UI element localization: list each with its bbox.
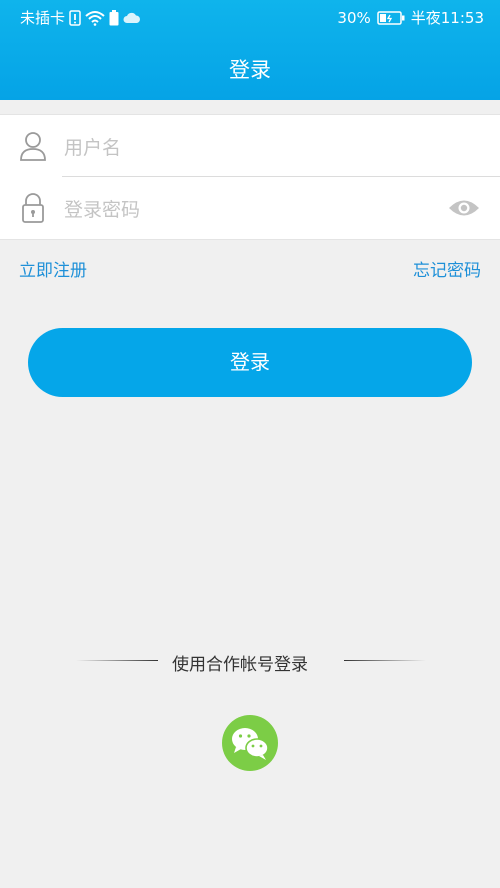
username-row[interactable]: 用户名 <box>0 115 500 177</box>
login-button[interactable]: 登录 <box>28 328 472 397</box>
third-party-login-label: 使用合作帐号登录 <box>172 655 308 675</box>
register-link[interactable]: 立即注册 <box>19 256 87 281</box>
lock-icon <box>18 192 48 224</box>
password-row[interactable]: 登录密码 <box>0 177 500 239</box>
username-input[interactable]: 用户名 <box>64 133 121 160</box>
cloud-icon <box>123 12 141 24</box>
status-bar-left: 未插卡 <box>20 7 141 28</box>
wechat-icon <box>232 728 269 760</box>
carrier-text: 未插卡 <box>20 9 66 27</box>
page-title: 登录 <box>229 58 271 82</box>
password-input[interactable]: 登录密码 <box>64 195 140 222</box>
battery-saver-icon <box>109 9 119 26</box>
wifi-icon <box>85 10 105 26</box>
sim-alert-icon <box>69 9 81 26</box>
battery-icon <box>377 10 405 25</box>
clock: 半夜11:53 <box>410 9 484 27</box>
wechat-login-button[interactable] <box>222 715 278 771</box>
app-header: 未插卡 30% 半夜11:53 登录 <box>0 0 500 100</box>
third-party-login-divider: 使用合作帐号登录 <box>0 648 500 675</box>
status-bar: 未插卡 30% 半夜11:53 <box>0 0 500 34</box>
show-password-eye-icon[interactable] <box>448 197 480 219</box>
divider-line-left <box>76 660 158 661</box>
login-form: 用户名 登录密码 <box>0 114 500 240</box>
user-icon <box>18 130 48 162</box>
battery-percent: 30% <box>337 8 371 27</box>
divider-line-right <box>344 660 426 661</box>
forgot-password-link[interactable]: 忘记密码 <box>413 256 481 281</box>
status-bar-right: 30% 半夜11:53 <box>337 7 484 28</box>
